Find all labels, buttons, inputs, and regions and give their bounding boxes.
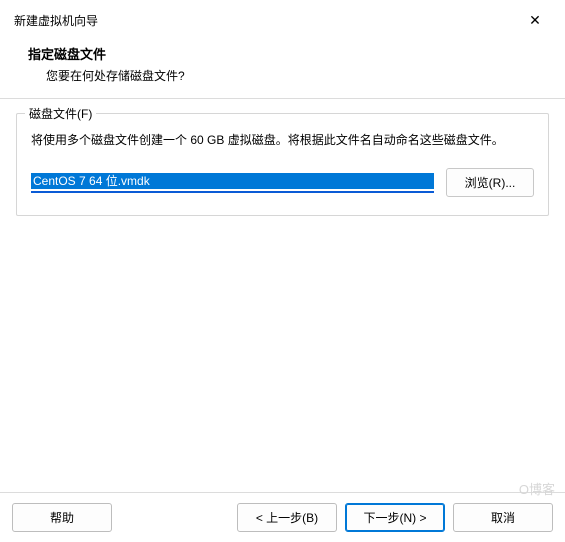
- wizard-footer: 帮助 < 上一步(B) 下一步(N) > 取消: [0, 492, 565, 542]
- file-row: 浏览(R)...: [31, 168, 534, 197]
- browse-button[interactable]: 浏览(R)...: [446, 168, 534, 197]
- disk-file-group: 磁盘文件(F) 将使用多个磁盘文件创建一个 60 GB 虚拟磁盘。将根据此文件名…: [16, 113, 549, 216]
- group-description: 将使用多个磁盘文件创建一个 60 GB 虚拟磁盘。将根据此文件名自动命名这些磁盘…: [31, 130, 534, 150]
- wizard-header: 指定磁盘文件 您要在何处存储磁盘文件?: [0, 38, 565, 98]
- close-button[interactable]: ✕: [517, 8, 553, 32]
- group-legend: 磁盘文件(F): [25, 105, 96, 122]
- window-title: 新建虚拟机向导: [14, 12, 98, 29]
- back-button[interactable]: < 上一步(B): [237, 503, 337, 532]
- content-area: 磁盘文件(F) 将使用多个磁盘文件创建一个 60 GB 虚拟磁盘。将根据此文件名…: [0, 99, 565, 492]
- titlebar: 新建虚拟机向导 ✕: [0, 0, 565, 38]
- disk-file-input[interactable]: [31, 173, 434, 189]
- file-input-wrap: [31, 173, 434, 193]
- page-title: 指定磁盘文件: [28, 44, 565, 63]
- page-subtitle: 您要在何处存储磁盘文件?: [28, 67, 565, 84]
- cancel-button[interactable]: 取消: [453, 503, 553, 532]
- next-button[interactable]: 下一步(N) >: [345, 503, 445, 532]
- close-icon: ✕: [529, 12, 541, 29]
- help-button[interactable]: 帮助: [12, 503, 112, 532]
